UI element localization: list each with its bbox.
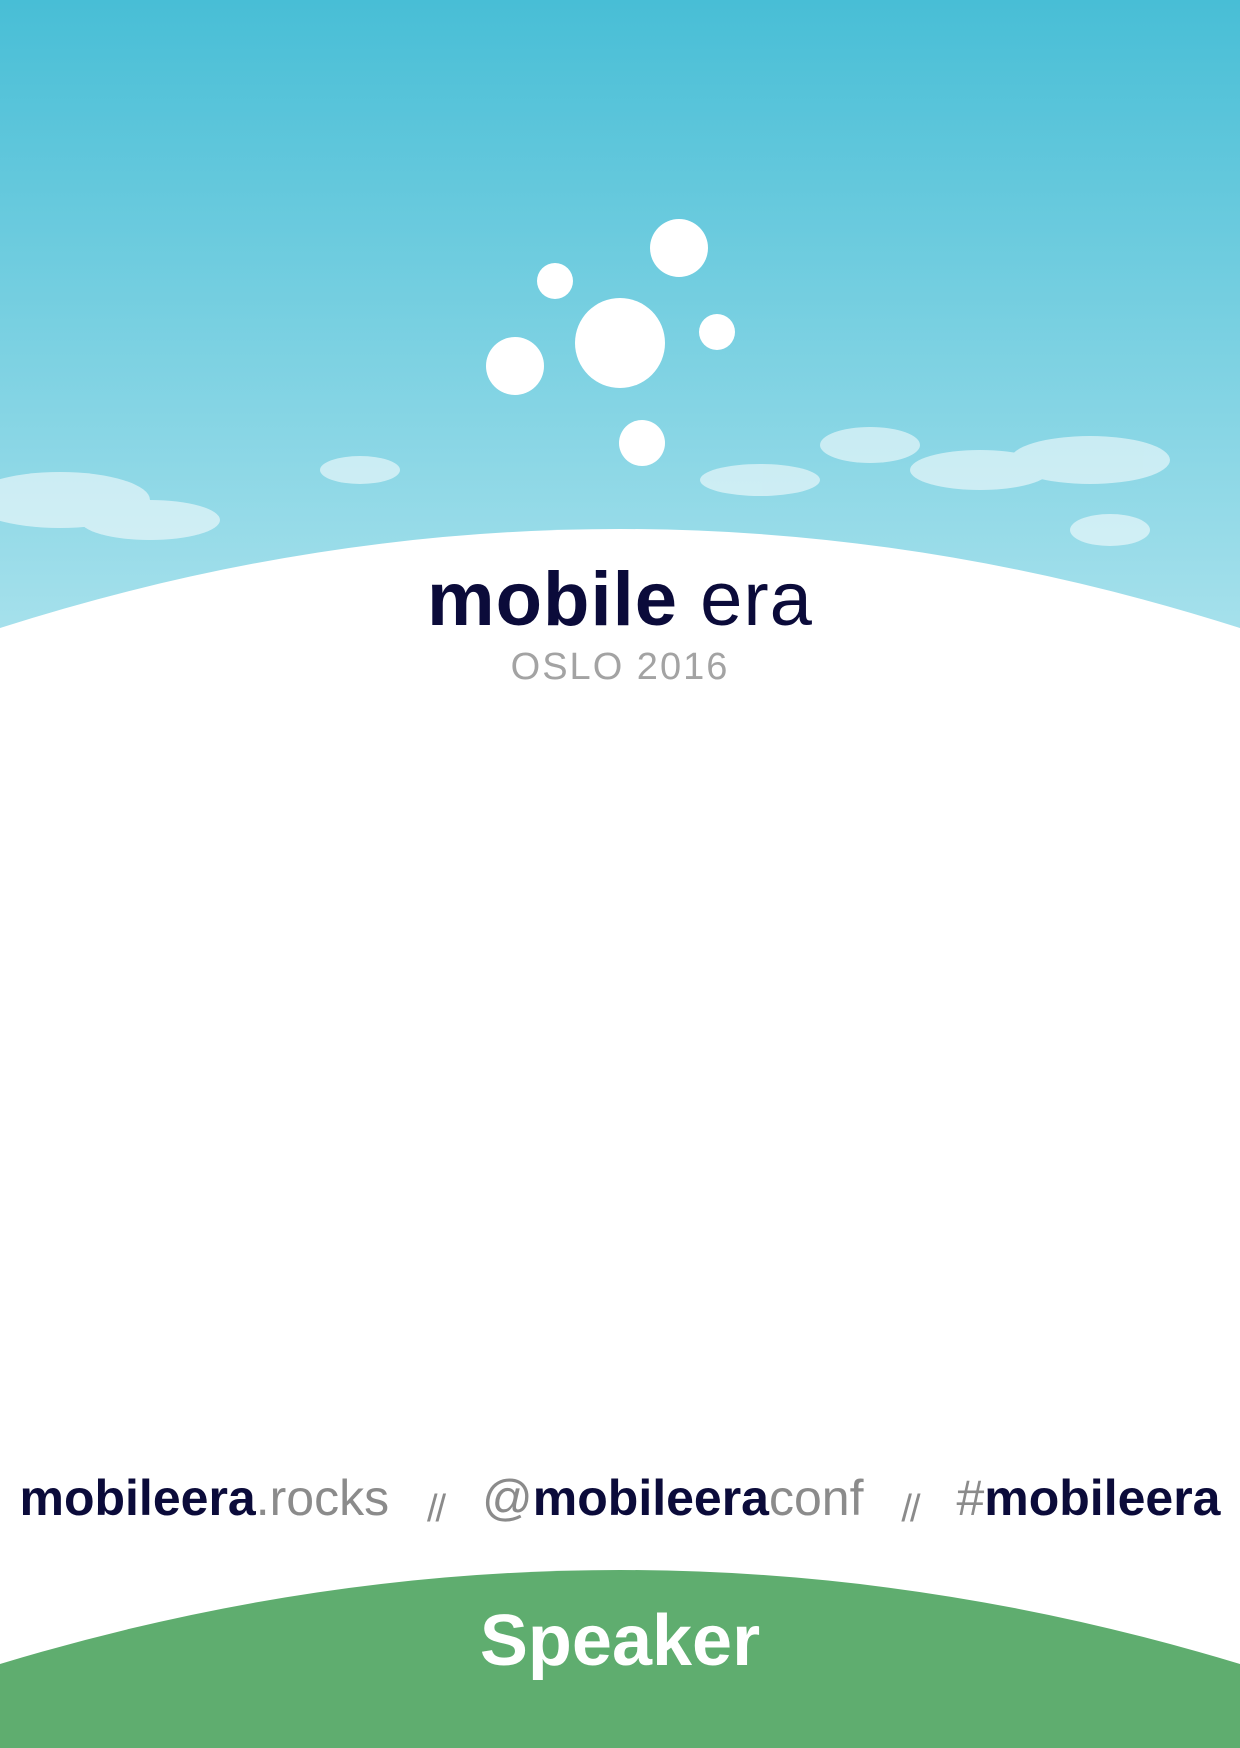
links-row: mobileera.rocks // @mobileeraconf // #mo… [0, 1468, 1240, 1533]
sky-header [0, 0, 1240, 640]
brand-name-bold: mobile [427, 557, 678, 642]
handle-main: mobileera [532, 1470, 769, 1526]
brand-name-light: era [677, 557, 813, 642]
separator: // [426, 1488, 446, 1530]
twitter-handle[interactable]: @mobileeraconf [482, 1470, 864, 1526]
logo-bubble [650, 219, 708, 277]
logo-bubble [619, 420, 665, 466]
website-link[interactable]: mobileera.rocks [20, 1470, 390, 1526]
conference-badge: mobile era OSLO 2016 mobileera.rocks // … [0, 0, 1240, 1748]
website-suffix: .rocks [255, 1470, 390, 1526]
role-label: Speaker [479, 1601, 761, 1681]
brand-name: mobile era [0, 555, 1240, 645]
hashtag[interactable]: #mobileera [956, 1470, 1220, 1526]
logo-bubble [486, 337, 544, 395]
hashtag-main: mobileera [984, 1470, 1221, 1526]
brand-subtitle: OSLO 2016 [510, 646, 730, 688]
separator: // [901, 1488, 920, 1530]
logo-bubble [537, 263, 573, 299]
website-main: mobileera [19, 1470, 256, 1526]
handle-suffix: conf [769, 1470, 864, 1526]
hashtag-symbol: # [956, 1470, 985, 1526]
handle-at: @ [482, 1470, 533, 1526]
logo-bubble [575, 298, 665, 388]
logo-bubble [699, 314, 735, 350]
